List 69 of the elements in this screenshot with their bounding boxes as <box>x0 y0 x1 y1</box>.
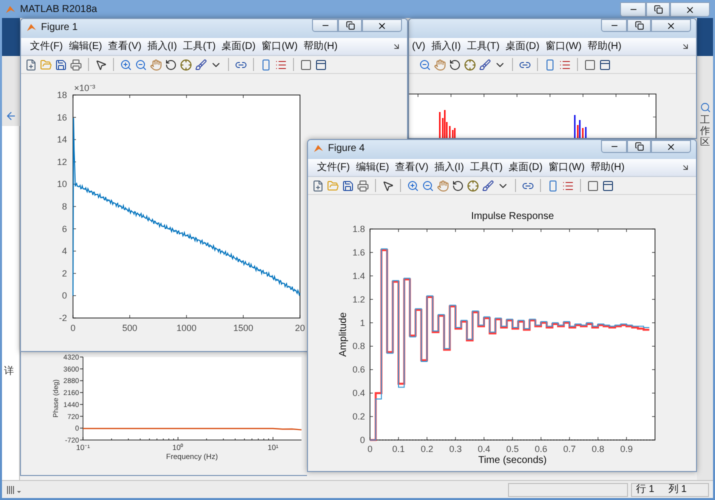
tick-label: 0.9 <box>620 444 633 454</box>
axis-multiplier: ×10⁻³ <box>74 83 96 93</box>
menu-item[interactable]: 查看(V) <box>105 42 144 52</box>
axis-label: Time (seconds) <box>478 455 547 466</box>
tick-label: 0.4 <box>478 444 490 454</box>
tick-label: 0 <box>368 444 372 454</box>
tick-label: 0.2 <box>420 444 434 454</box>
tick-label: -2 <box>58 313 67 323</box>
window-title: Figure 1 <box>41 21 78 35</box>
menu-item[interactable]: 工具(T) <box>466 162 506 172</box>
menu-item[interactable]: 帮助(H) <box>584 42 624 52</box>
panel-tab-label[interactable]: 工作区 <box>700 115 710 148</box>
menu-item[interactable]: 窗口(W) <box>258 42 301 52</box>
tick-label: 14 <box>56 134 67 145</box>
tick-label: 1.8 <box>352 224 365 234</box>
menu-item[interactable]: 编辑(E) <box>66 42 106 52</box>
tick-label: 4 <box>62 246 67 256</box>
menu-item[interactable]: 窗口(W) <box>542 42 585 52</box>
tick-label: 0.6 <box>352 364 365 375</box>
tick-label: 12 <box>56 156 67 167</box>
tick-label: 6 <box>62 224 67 234</box>
tick-label: 0.4 <box>352 388 365 398</box>
menu-item[interactable]: 帮助(H) <box>588 162 628 172</box>
tick-label: 0.8 <box>352 341 365 352</box>
window-title: MATLAB R2018a <box>20 3 98 17</box>
tick-label: 500 <box>122 323 138 333</box>
menu-item[interactable]: 插入(I) <box>428 42 464 52</box>
menu-item[interactable]: 编辑(E) <box>352 162 392 172</box>
menu-item[interactable]: 查看(V) <box>392 162 432 172</box>
menu-item[interactable]: 窗口(W) <box>546 162 588 172</box>
tick-label: 1.2 <box>352 294 365 304</box>
panel-tab-label[interactable]: 详 <box>4 366 14 377</box>
tick-label: 0.5 <box>506 444 519 454</box>
menu-item[interactable]: 插入(I) <box>144 42 180 52</box>
tick-label: 0 <box>62 290 67 301</box>
tick-label: 1000 <box>176 323 197 333</box>
line-indicator: 行 1 <box>636 483 654 497</box>
window-title: Figure 4 <box>328 142 365 156</box>
menu-item[interactable]: (V) <box>409 42 428 52</box>
tick-label: 0.1 <box>392 444 405 454</box>
tick-label: 16 <box>56 112 67 122</box>
tick-label: 1.4 <box>352 270 365 281</box>
menu-item[interactable]: 帮助(H) <box>300 42 341 52</box>
tick-label: 0 <box>360 435 365 445</box>
tick-label: 0.3 <box>449 444 462 454</box>
tick-label: 0.8 <box>592 444 604 454</box>
tick-label: 18 <box>56 90 67 100</box>
tick-label: 0.7 <box>563 444 576 454</box>
menu-item[interactable]: 桌面(D) <box>218 42 259 52</box>
tick-label: 0.2 <box>352 412 365 422</box>
tick-label: 0 <box>70 323 76 333</box>
tick-label: 1500 <box>233 323 254 333</box>
tick-label: 1.6 <box>352 247 365 258</box>
tick-label: 10 <box>56 179 67 190</box>
tick-label: 20 <box>295 323 305 333</box>
menu-item[interactable]: 文件(F) <box>314 162 353 172</box>
tick-label: 0.6 <box>534 444 548 454</box>
tick-label: 8 <box>62 202 67 212</box>
menu-item[interactable]: 文件(F) <box>27 42 66 52</box>
menu-item[interactable]: 工具(T) <box>180 42 219 52</box>
tick-label: 2 <box>62 268 67 278</box>
menu-item[interactable]: 桌面(D) <box>506 162 546 172</box>
menu-item[interactable]: 桌面(D) <box>502 42 542 52</box>
chart-title: Impulse Response <box>471 211 554 222</box>
tick-label: 1 <box>360 318 365 328</box>
axis-label: Amplitude <box>338 312 349 357</box>
column-indicator: 列 1 <box>668 483 687 497</box>
menu-item[interactable]: 工具(T) <box>464 42 503 52</box>
menu-item[interactable]: 插入(I) <box>431 162 467 172</box>
